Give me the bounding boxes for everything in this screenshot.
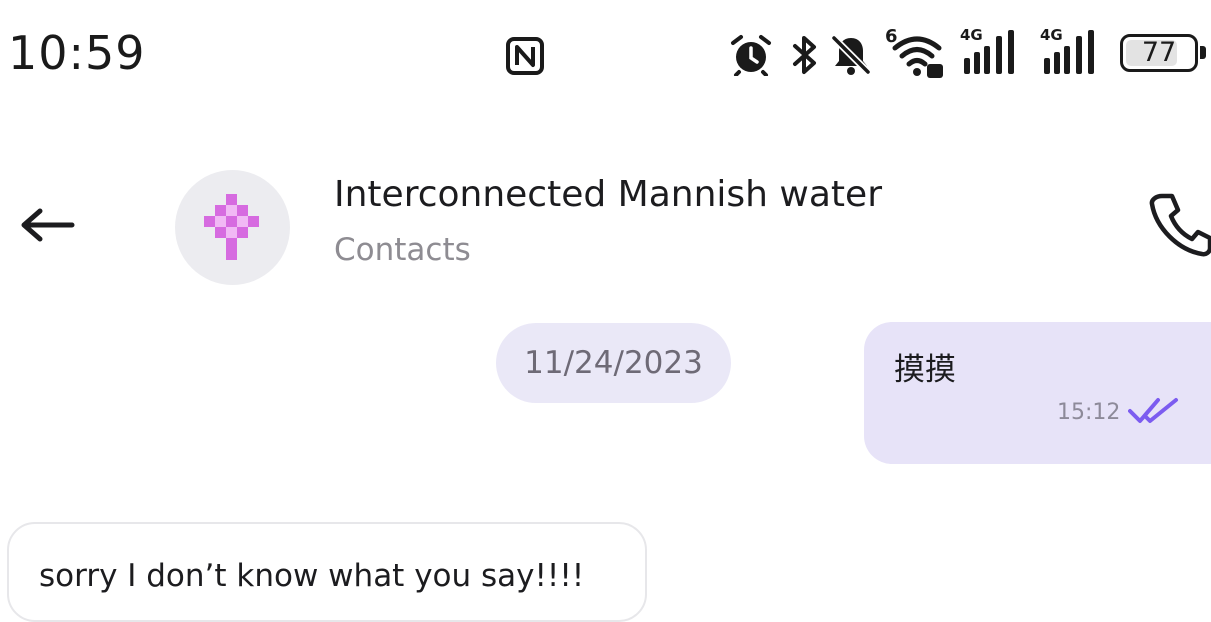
signal-icon: 4G (1040, 26, 1106, 76)
battery-cap (1200, 46, 1206, 59)
battery-icon: 77 (1120, 34, 1198, 72)
date-separator: 11/24/2023 (496, 323, 731, 403)
battery-percentage: 77 (1141, 37, 1177, 68)
read-receipt-icon (1128, 396, 1182, 430)
message-time: 15:12 (1057, 400, 1121, 425)
message-text: sorry I don’t know what you say!!!! (39, 558, 585, 594)
nfc-icon (505, 36, 545, 80)
contact-name[interactable]: Interconnected Mannish water (334, 174, 882, 215)
bluetooth-icon (790, 34, 820, 80)
message-text: 摸摸 (894, 352, 956, 388)
alarm-icon (728, 34, 774, 80)
contact-subtitle: Contacts (334, 232, 471, 268)
status-time: 10:59 (8, 26, 146, 80)
avatar[interactable] (175, 170, 290, 285)
date-separator-label: 11/24/2023 (524, 345, 703, 381)
outgoing-message-bubble[interactable]: 摸摸 15:12 (864, 322, 1211, 464)
avatar-pattern-icon (204, 194, 259, 260)
incoming-message-bubble[interactable]: sorry I don’t know what you say!!!! (7, 522, 647, 622)
phone-icon[interactable] (1148, 190, 1211, 264)
back-arrow-icon[interactable] (18, 200, 78, 254)
signal-icon: 4G (960, 26, 1026, 76)
mute-icon (830, 34, 872, 80)
